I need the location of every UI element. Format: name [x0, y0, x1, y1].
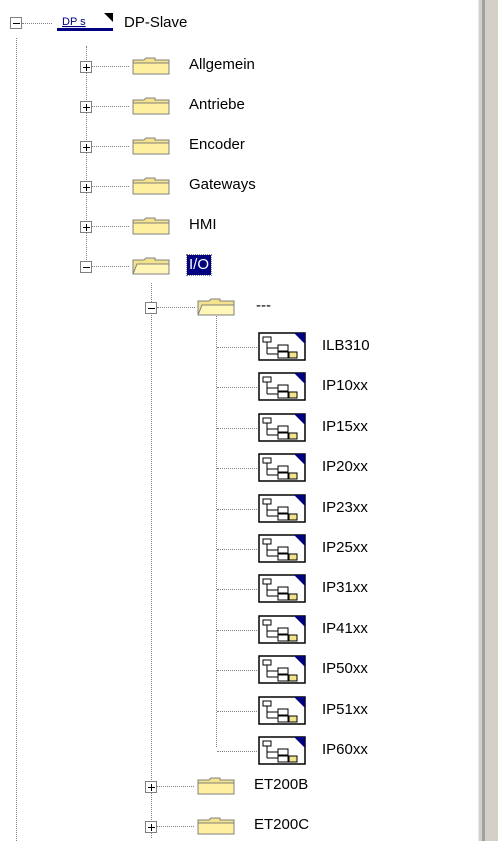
catalog-tree: DP s DP-Slave Allgemein Antriebe Encoder Ga…	[0, 0, 478, 841]
expand-toggle[interactable]	[80, 221, 92, 233]
expand-toggle[interactable]	[80, 61, 92, 73]
scrollbar[interactable]	[478, 0, 498, 841]
tree-node-folder[interactable]: I/O	[0, 253, 300, 279]
tree-node-folder[interactable]: ET200B	[0, 773, 308, 799]
tree-label: Allgemein	[189, 56, 255, 73]
tree-label: ET200C	[254, 816, 310, 833]
tree-label: IP25xx	[322, 539, 368, 556]
tree-node-device[interactable]: IP51xx	[0, 695, 420, 725]
tree-label: IP51xx	[322, 700, 368, 718]
expand-toggle[interactable]	[80, 181, 92, 193]
collapse-toggle[interactable]	[10, 17, 22, 29]
tree-node-device[interactable]: IP25xx	[0, 534, 420, 563]
tree-node-folder[interactable]: Antriebe	[0, 93, 300, 119]
tree-label: IP50xx	[322, 660, 368, 678]
folder-icon	[132, 217, 170, 235]
device-module-icon	[258, 332, 306, 361]
tree-label: DP-Slave	[124, 14, 188, 31]
tree-node-folder[interactable]: Allgemein	[0, 53, 300, 79]
device-module-icon	[258, 655, 306, 684]
folder-icon	[132, 177, 170, 195]
device-module-icon	[258, 736, 306, 765]
folder-open-icon	[197, 298, 235, 316]
tree-label: Antriebe	[189, 96, 245, 113]
folder-icon	[197, 817, 235, 835]
collapse-toggle[interactable]	[145, 302, 157, 314]
tree-node-device[interactable]: IP20xx	[0, 453, 420, 482]
tree-node-device[interactable]: ILB310	[0, 332, 420, 361]
tree-node-folder[interactable]: Gateways	[0, 173, 300, 199]
tree-label: I/O	[185, 254, 213, 276]
tree-node-device[interactable]: IP31xx	[0, 574, 420, 604]
scrollbar-edge	[482, 0, 485, 841]
device-module-icon	[258, 453, 306, 482]
tree-label: Gateways	[189, 176, 256, 193]
collapse-toggle[interactable]	[80, 261, 92, 273]
tree-label: Encoder	[189, 136, 245, 153]
folder-icon	[132, 97, 170, 115]
tree-node-device[interactable]: IP41xx	[0, 615, 420, 644]
tree-node-folder[interactable]: HMI	[0, 213, 300, 239]
device-module-icon	[258, 695, 306, 725]
tree-node-folder[interactable]: Encoder	[0, 133, 300, 159]
folder-icon	[132, 137, 170, 155]
tree-node-device[interactable]: IP15xx	[0, 413, 420, 442]
folder-icon	[197, 777, 235, 795]
tree-label: IP23xx	[322, 498, 368, 516]
tree-label: ---	[256, 297, 271, 314]
device-module-icon	[258, 413, 306, 442]
device-module-icon	[258, 372, 306, 402]
device-module-icon	[258, 615, 306, 644]
folder-icon	[132, 57, 170, 75]
tree-node-folder[interactable]: ET200C	[0, 813, 309, 839]
svg-text:DP s: DP s	[62, 16, 86, 28]
expand-toggle[interactable]	[80, 141, 92, 153]
tree-label: IP10xx	[322, 377, 368, 395]
tree-label: HMI	[189, 216, 217, 233]
expand-toggle[interactable]	[145, 821, 157, 833]
device-module-icon	[258, 534, 306, 563]
tree-node-subfolder[interactable]: ---	[0, 294, 300, 320]
dp-slave-icon: DP s	[57, 13, 113, 31]
device-module-icon	[258, 493, 306, 523]
tree-node-device[interactable]: IP10xx	[0, 372, 420, 402]
tree-node-device[interactable]: IP23xx	[0, 493, 420, 523]
tree-node-device[interactable]: IP50xx	[0, 655, 420, 684]
tree-node-device[interactable]: IP60xx	[0, 736, 420, 765]
tree-label: IP15xx	[322, 417, 368, 435]
device-module-icon	[258, 574, 306, 604]
expand-toggle[interactable]	[145, 781, 157, 793]
folder-open-icon	[132, 257, 170, 275]
tree-label: ET200B	[254, 776, 309, 793]
tree-label: IP31xx	[322, 579, 368, 597]
tree-node-dp-slave[interactable]: DP s DP-Slave	[0, 10, 300, 36]
tree-label: IP20xx	[322, 458, 368, 476]
tree-label: ILB310	[322, 337, 370, 354]
tree-label: IP60xx	[322, 741, 368, 758]
tree-label: IP41xx	[322, 619, 368, 637]
expand-toggle[interactable]	[80, 101, 92, 113]
